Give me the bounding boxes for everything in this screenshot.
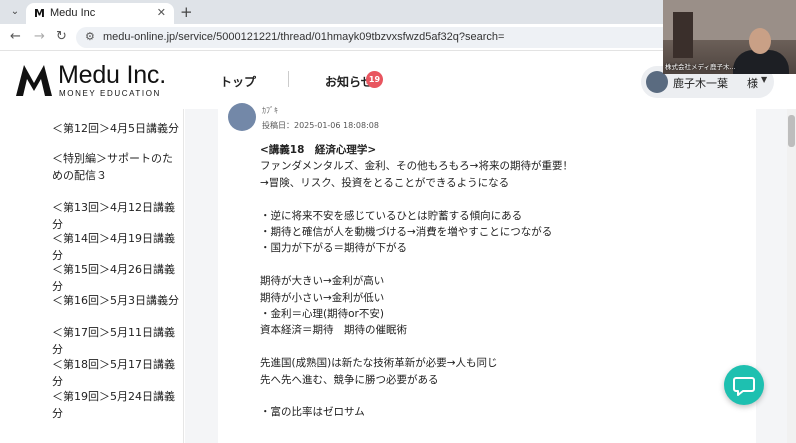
post-line: ・富の比率はゼロサム <box>260 406 365 418</box>
post-line: ・期待と確信が人を動機づける→消費を増やすことにつながる <box>260 226 553 238</box>
nav-top-link[interactable]: トップ <box>220 73 256 90</box>
news-count-badge: 19 <box>366 71 383 88</box>
page-scrollbar[interactable] <box>787 109 796 443</box>
tab-title: Medu Inc <box>50 7 96 19</box>
address-bar[interactable]: ⚙ medu-online.jp/service/5000121221/thre… <box>76 27 676 48</box>
medu-logo-icon[interactable] <box>14 63 54 97</box>
sidebar-item[interactable]: ＜特別編＞サポートのための配信３ <box>52 150 182 184</box>
sidebar-item[interactable]: ＜第15回＞4月26日講義分 <box>52 261 182 295</box>
caret-down-icon: ▼ <box>761 75 768 84</box>
logo-subtitle: MONEY EDUCATION <box>59 89 161 98</box>
url-text[interactable]: medu-online.jp/service/5000121221/thread… <box>103 31 504 43</box>
post-line: ・逆に将来不安を感じているひとは貯蓄する傾向にある <box>260 210 523 222</box>
sidebar-item[interactable]: ＜第16回＞5月3日講義分 <box>52 292 182 309</box>
post-line: 先進国(成熟国)は新たな技術革新が必要→人も同じ <box>260 357 498 369</box>
video-door <box>673 12 693 58</box>
video-participant-label: 株式会社メディ鹿子木... <box>665 63 736 71</box>
post-line: →冒険、リスク、投資をとることができるようになる <box>260 177 510 189</box>
reload-icon[interactable]: ↻ <box>56 29 67 44</box>
avatar <box>228 103 256 131</box>
chat-button[interactable] <box>724 365 764 405</box>
post-line: <講義18 経済心理学> <box>260 144 377 156</box>
post-line: ・金利＝心理(期待or不安) <box>260 308 384 320</box>
chat-bubble-icon <box>733 377 755 396</box>
site-info-icon[interactable]: ⚙ <box>85 30 95 43</box>
video-person-head <box>749 28 771 54</box>
video-call-overlay[interactable]: 株式会社メディ鹿子木... <box>663 0 796 74</box>
sidebar-item[interactable]: ＜第12回＞4月5日講義分 <box>52 120 182 137</box>
post-line: 先へ先へ進む、競争に勝つ必要がある <box>260 374 439 386</box>
post-line: ファンダメンタルズ、金利、その他もろもろ→将来の期待が重要！ <box>260 160 573 172</box>
sidebar-item[interactable]: ＜第17回＞5月11日講義分 <box>52 324 182 358</box>
new-tab-icon[interactable]: + <box>180 3 193 21</box>
user-suffix: 様 <box>747 77 758 90</box>
post-line: 期待が大きい→金利が高い <box>260 275 385 287</box>
post-line: 期待が小さい→金利が低い <box>260 292 385 304</box>
post-line: ・国力が下がる＝期待が下がる <box>260 242 407 254</box>
tab-close-icon[interactable]: ✕ <box>157 6 166 19</box>
scrollbar-thumb[interactable] <box>788 115 795 147</box>
sidebar-item[interactable]: ＜第13回＞4月12日講義分 <box>52 199 182 233</box>
back-arrow-icon[interactable]: ← <box>10 29 21 44</box>
forward-arrow-icon[interactable]: → <box>34 29 45 44</box>
post-date: 投稿日：2025-01-06 18:08:08 <box>262 121 379 130</box>
browser-tab[interactable]: M Medu Inc ✕ <box>26 3 174 24</box>
sidebar-item[interactable]: ＜第14回＞4月19日講義分 <box>52 230 182 264</box>
sidebar-item[interactable]: ＜第19回＞5月24日講義分 <box>52 388 182 422</box>
avatar <box>646 71 668 93</box>
user-name: 鹿子木一葉 <box>673 77 728 90</box>
tab-favicon-icon: M <box>34 7 45 20</box>
sidebar-item[interactable]: ＜第18回＞5月17日講義分 <box>52 356 182 390</box>
logo-text[interactable]: Medu Inc. <box>58 61 166 90</box>
post-line: 資本経済＝期待 期待の催眠術 <box>260 324 407 336</box>
nav-divider <box>288 71 289 87</box>
post-author: ｶﾌﾞｷ <box>262 106 278 115</box>
tab-search-icon[interactable]: ⌄ <box>8 5 22 19</box>
